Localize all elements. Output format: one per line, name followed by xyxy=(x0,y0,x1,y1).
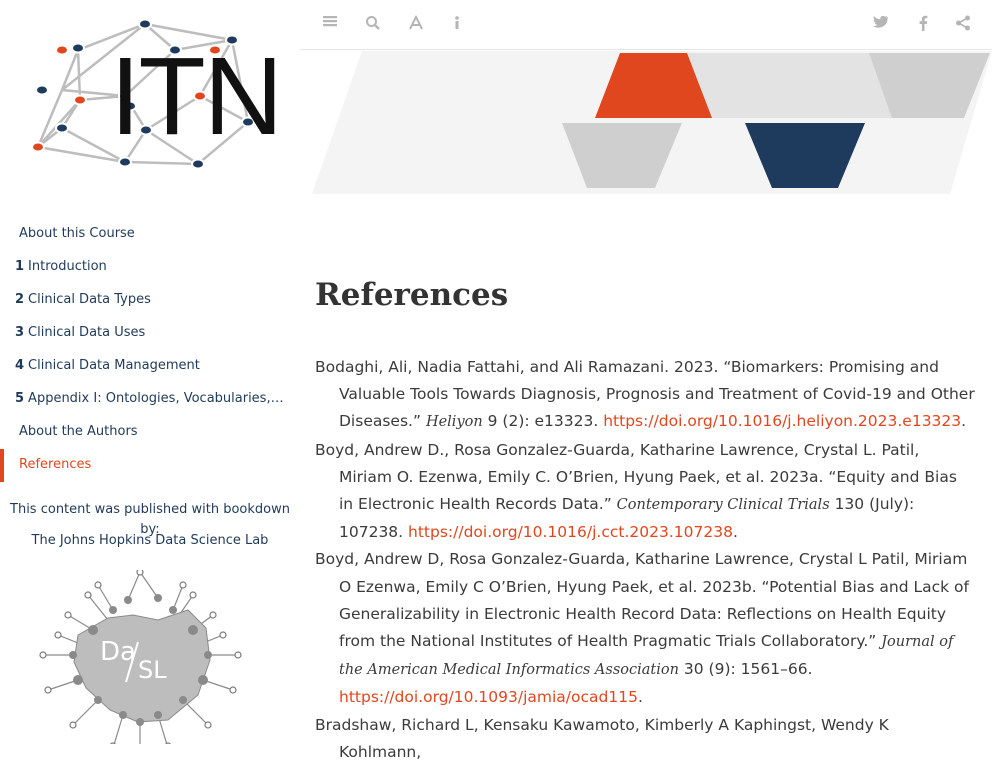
reference-end: . xyxy=(961,412,967,431)
toc-item-clinical-data-types[interactable]: 2 Clinical Data Types xyxy=(0,284,285,317)
toc-item-introduction[interactable]: 1 Introduction xyxy=(0,251,285,284)
toc-item-references[interactable]: References xyxy=(0,449,285,482)
reference-entry: Bodaghi, Ali, Nadia Fattahi, and Ali Ram… xyxy=(315,354,975,437)
toc-item-label: About the Authors xyxy=(19,424,138,439)
table-of-contents: About this Course 1 Introduction 2 Clinica… xyxy=(0,218,300,482)
toc-item-label: About this Course xyxy=(19,226,135,241)
toc-item-about-authors[interactable]: About the Authors xyxy=(0,416,285,449)
dasl-text-da: Da xyxy=(100,637,136,667)
logo-text: ITN xyxy=(110,35,283,158)
toc-item-clinical-data-uses[interactable]: 3 Clinical Data Uses xyxy=(0,317,285,350)
font-settings-icon[interactable] xyxy=(407,14,425,33)
toc-item-number: 4 xyxy=(15,358,25,373)
reference-end: . xyxy=(732,523,738,542)
header-banner xyxy=(300,49,992,199)
toc-item-label: Clinical Data Management xyxy=(28,358,200,373)
toc-item-label: Clinical Data Uses xyxy=(28,325,146,340)
reference-journal: Heliyon xyxy=(425,414,483,431)
reference-entry: Bradshaw, Richard L, Kensaku Kawamoto, K… xyxy=(315,712,975,766)
toc-toggle-icon[interactable] xyxy=(321,15,339,33)
dasl-logo[interactable]: Da SL xyxy=(38,568,243,744)
info-icon[interactable] xyxy=(448,15,466,33)
toc-item-label: Clinical Data Types xyxy=(28,292,151,307)
reference-entry: Boyd, Andrew D, Rosa Gonzalez-Guarda, Ka… xyxy=(315,546,975,711)
toc-item-about-course[interactable]: About this Course xyxy=(0,218,285,251)
references-list: Bodaghi, Ali, Nadia Fattahi, and Ali Ram… xyxy=(315,354,975,766)
banner-shapes-graphic xyxy=(312,51,992,194)
toc-item-clinical-data-management[interactable]: 4 Clinical Data Management xyxy=(0,350,285,383)
sidebar: ITN About this Course 1 Introduction 2 Cli… xyxy=(0,0,300,744)
main-content: References Bodaghi, Ali, Nadia Fattahi, … xyxy=(315,270,975,761)
reference-doi-link[interactable]: https://doi.org/10.1016/j.cct.2023.10723… xyxy=(408,523,733,541)
itn-logo[interactable]: ITN xyxy=(20,12,283,182)
share-icon[interactable] xyxy=(954,15,972,33)
reference-doi-link[interactable]: https://doi.org/10.1093/jamia/ocad115 xyxy=(339,688,638,706)
reference-doi-link[interactable]: https://doi.org/10.1016/j.heliyon.2023.e… xyxy=(603,412,961,430)
reference-details: 9 (2): e13323. xyxy=(482,412,604,431)
toc-item-appendix[interactable]: 5 Appendix I: Ontologies, Vocabularies, T… xyxy=(0,383,285,416)
toc-item-number: 1 xyxy=(15,259,25,274)
reference-journal: Contemporary Clinical Trials xyxy=(616,497,830,514)
facebook-icon[interactable] xyxy=(914,15,932,33)
twitter-icon[interactable] xyxy=(872,15,890,33)
published-by: This content was published with bookdown… xyxy=(0,500,300,551)
toc-item-number: 3 xyxy=(15,325,25,340)
reference-details: 30 (9): 1561–66. xyxy=(678,660,813,679)
search-icon[interactable] xyxy=(364,15,382,33)
reference-text: Bradshaw, Richard L, Kensaku Kawamoto, K… xyxy=(315,715,889,761)
reference-text: Boyd, Andrew D, Rosa Gonzalez-Guarda, Ka… xyxy=(315,550,969,651)
page-title: References xyxy=(315,277,509,313)
toc-item-label: Introduction xyxy=(28,259,107,274)
toc-item-label: Appendix I: Ontologies, Vocabularies, T.… xyxy=(28,391,285,406)
dasl-text-sl: SL xyxy=(138,656,167,684)
reference-end: . xyxy=(637,688,643,707)
toc-item-number: 2 xyxy=(15,292,25,307)
published-by-text: This content was published with bookdown… xyxy=(10,502,290,537)
toc-item-number: 5 xyxy=(15,391,25,406)
publisher-link[interactable]: The Johns Hopkins Data Science Lab xyxy=(0,531,300,551)
dasl-network-graphic: Da SL xyxy=(39,568,242,744)
reference-entry: Boyd, Andrew D., Rosa Gonzalez-Guarda, K… xyxy=(315,437,975,547)
toc-item-label: References xyxy=(19,457,92,472)
book-toolbar xyxy=(300,0,992,50)
